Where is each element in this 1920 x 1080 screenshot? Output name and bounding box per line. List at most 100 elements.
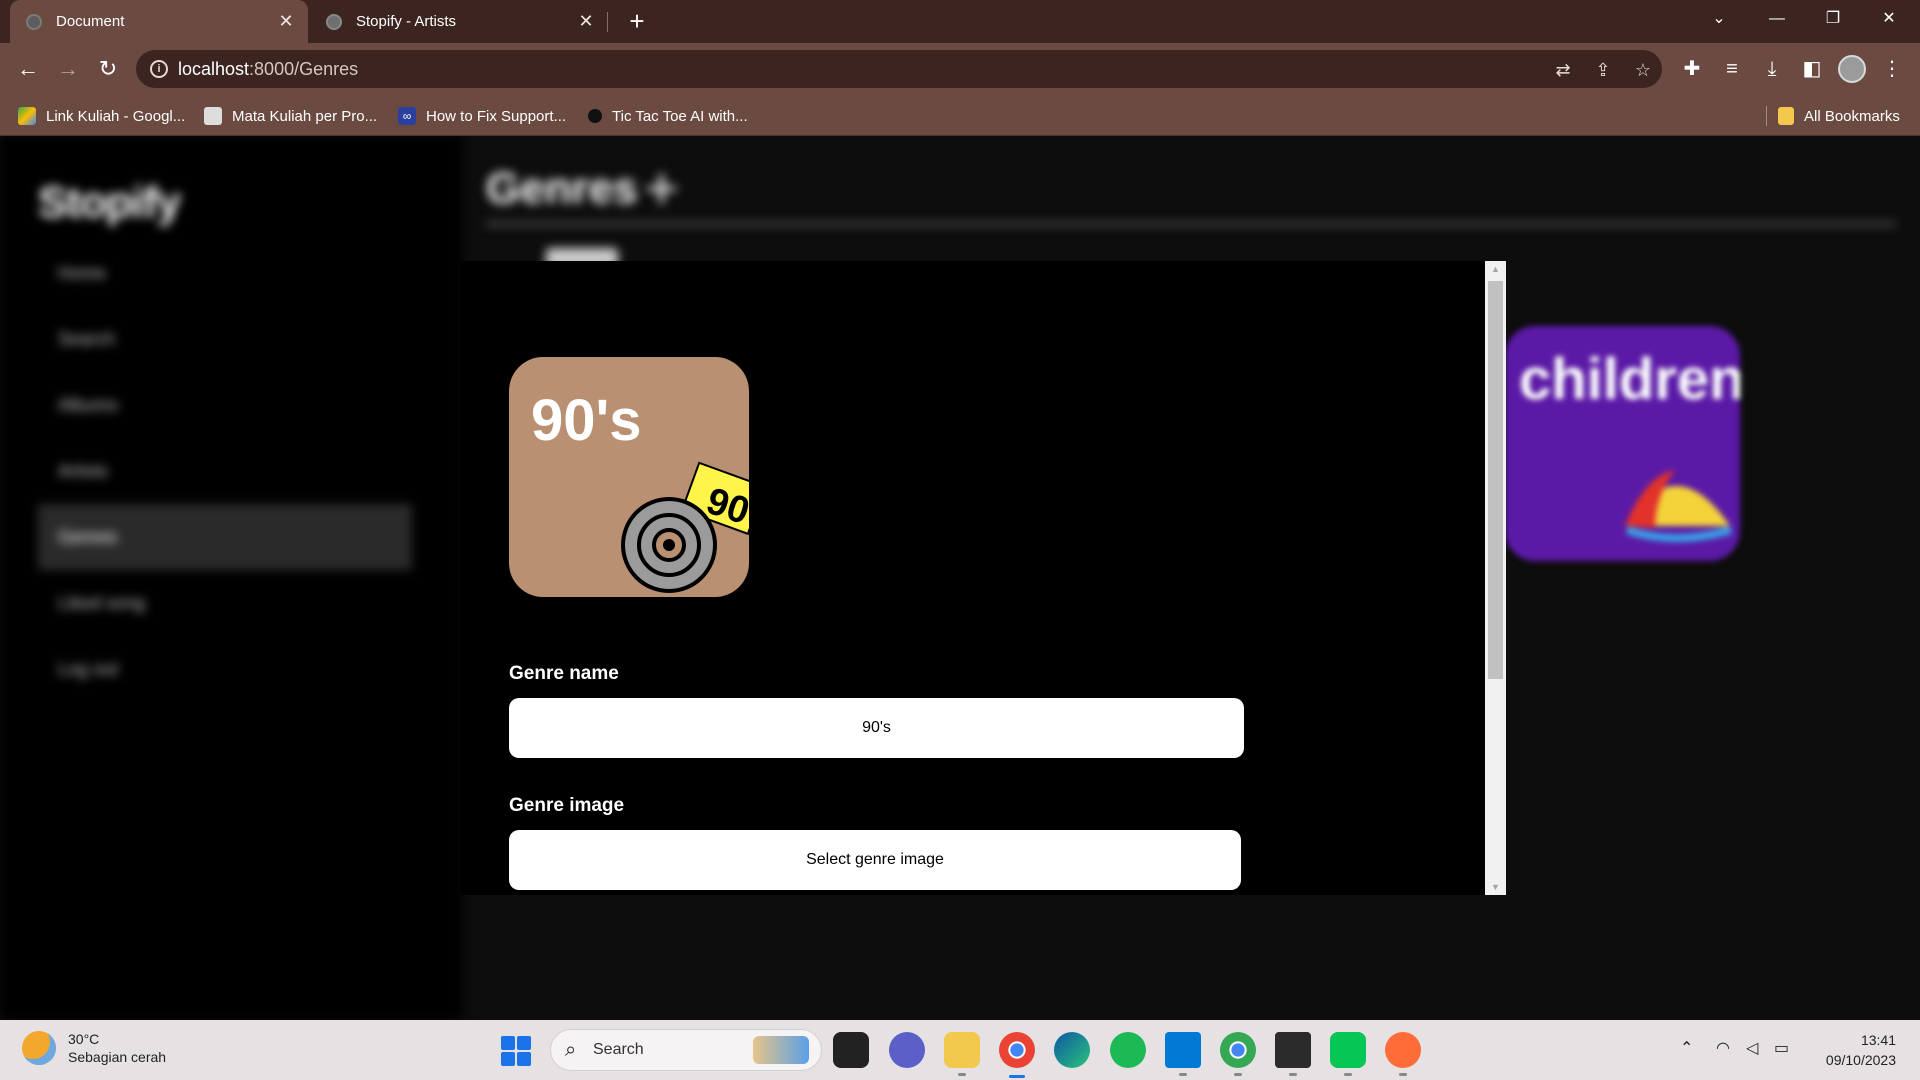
clock-time: 13:41 (1860, 1032, 1896, 1048)
tab-divider (607, 12, 608, 32)
sidebar-item-home[interactable]: Home (38, 240, 412, 306)
sidebar-item-albums[interactable]: Albums (38, 372, 412, 438)
chrome-icon[interactable] (999, 1032, 1035, 1078)
genre-card-title: children (1519, 347, 1740, 412)
page-title: Genres (486, 164, 638, 213)
windows-start-icon[interactable] (501, 1036, 531, 1066)
all-bookmarks[interactable]: All Bookmarks (1778, 104, 1900, 128)
modal-scrollbar[interactable]: ▲ ▼ (1485, 261, 1506, 895)
url-path: :8000/Genres (249, 59, 359, 79)
bookmark-label: How to Fix Support... (426, 107, 567, 125)
weather-condition: Sebagian cerah (68, 1049, 167, 1065)
circle-icon (588, 109, 602, 123)
wifi-icon[interactable]: ◠ (1716, 1038, 1730, 1058)
genre-card[interactable]: children (1505, 326, 1740, 561)
tab-document[interactable]: Document ✕ (10, 0, 308, 43)
sidebar-item-artists[interactable]: Artists (38, 438, 412, 504)
search-highlight-icon (753, 1036, 809, 1064)
tab-stopify-artists[interactable]: Stopify - Artists ✕ (310, 0, 608, 43)
vscode-icon[interactable] (1165, 1032, 1201, 1076)
profile-avatar[interactable] (1838, 55, 1866, 83)
taskbar-search[interactable]: ⌕ Search (550, 1029, 822, 1071)
terminal-icon[interactable] (1275, 1032, 1311, 1076)
scroll-down-icon[interactable]: ▼ (1485, 879, 1506, 895)
bookmark-item[interactable]: Link Kuliah - Googl... (18, 104, 185, 128)
extensions-icon[interactable]: ✚ (1678, 55, 1706, 83)
scroll-up-icon[interactable]: ▲ (1485, 261, 1506, 277)
bookmark-item[interactable]: ∞ How to Fix Support... (398, 104, 566, 128)
download-icon[interactable]: ⤓ (1758, 55, 1786, 83)
side-panel-icon[interactable]: ◧ (1798, 55, 1826, 83)
select-genre-image-button[interactable]: Select genre image (509, 830, 1241, 890)
postman-icon[interactable] (1385, 1032, 1421, 1076)
new-tab-button[interactable]: + (622, 6, 652, 36)
genre-cover-image: 90's 90 (509, 357, 749, 597)
browser-toolbar: ← → ↻ i localhost:8000/Genres ⇄ ⇪ ☆ ✚ ≡ … (0, 43, 1920, 96)
all-bookmarks-label: All Bookmarks (1804, 107, 1900, 125)
bookmark-label: Tic Tac Toe AI with... (612, 107, 748, 125)
url-host: localhost (178, 59, 250, 79)
weather-widget[interactable]: 30°C Sebagian cerah (22, 1030, 166, 1066)
edge-icon[interactable] (1054, 1032, 1090, 1068)
line-app-icon[interactable] (1330, 1032, 1366, 1076)
divider (486, 222, 1896, 226)
volume-icon[interactable]: ◁ (1746, 1038, 1758, 1058)
address-bar[interactable]: i localhost:8000/Genres ⇄ ⇪ ☆ (136, 50, 1662, 88)
bookmark-item[interactable]: Tic Tac Toe AI with... (588, 104, 748, 128)
media-queue-icon[interactable]: ≡ (1718, 55, 1746, 83)
bookmarks-bar: Link Kuliah - Googl... Mata Kuliah per P… (0, 96, 1920, 136)
tab-bar: Document ✕ Stopify - Artists ✕ + ⌄ — ❐ ✕ (0, 0, 1920, 43)
bookmark-page-icon (204, 107, 222, 125)
bookmark-star-icon[interactable]: ☆ (1632, 59, 1654, 81)
google-drive-icon (18, 107, 36, 125)
restore-icon[interactable]: ❐ (1810, 0, 1856, 38)
battery-icon[interactable]: ▭ (1774, 1038, 1789, 1058)
back-icon[interactable]: ← (12, 53, 44, 85)
site-info-icon[interactable]: i (150, 60, 168, 78)
system-clock[interactable]: 13:41 09/10/2023 (1810, 1030, 1896, 1070)
globe-icon (26, 13, 42, 30)
folder-icon (1778, 107, 1794, 125)
sidebar-item-genres[interactable]: Genres (38, 504, 412, 570)
translate-icon[interactable]: ⇄ (1552, 59, 1574, 81)
umbrella-icon (1625, 470, 1733, 542)
sidebar-item-search[interactable]: Search (38, 306, 412, 372)
close-tab-icon[interactable]: ✕ (574, 11, 598, 32)
task-view-icon[interactable] (833, 1032, 869, 1068)
url-text[interactable]: localhost:8000/Genres (178, 59, 358, 80)
sidebar: Stopify Home Search Albums Artists Genre… (0, 136, 462, 1020)
reload-icon[interactable]: ↻ (92, 53, 124, 85)
minimize-icon[interactable]: — (1754, 0, 1800, 38)
close-window-icon[interactable]: ✕ (1866, 0, 1912, 38)
bookmark-label: Link Kuliah - Googl... (46, 107, 186, 125)
weather-temp: 30°C (68, 1031, 100, 1047)
bookmark-item[interactable]: Mata Kuliah per Pro... (204, 104, 377, 128)
tab-title: Stopify - Artists (356, 13, 457, 30)
clock-date: 09/10/2023 (1825, 1052, 1896, 1068)
bookmark-divider (1766, 106, 1767, 126)
sidebar-item-log-out[interactable]: Log out (38, 636, 412, 702)
tab-title: Document (56, 13, 125, 30)
tab-search-chevron-icon[interactable]: ⌄ (1696, 0, 1742, 38)
show-hidden-icons-chevron-icon[interactable]: ⌃ (1680, 1038, 1693, 1058)
menu-icon[interactable]: ⋮ (1878, 55, 1906, 83)
bookmark-label: Mata Kuliah per Pro... (232, 107, 378, 125)
chrome-profile-icon[interactable] (1220, 1032, 1256, 1076)
search-icon: ⌕ (565, 1039, 577, 1061)
close-tab-icon[interactable]: ✕ (274, 11, 298, 32)
chat-icon[interactable] (889, 1032, 925, 1068)
add-genre-button[interactable]: + (644, 154, 679, 223)
spotify-icon[interactable] (1110, 1032, 1146, 1068)
scrollbar-thumb[interactable] (1488, 281, 1503, 679)
forward-icon[interactable]: → (52, 53, 84, 85)
file-explorer-icon[interactable] (944, 1032, 980, 1076)
genre-name-label: Genre name (509, 663, 619, 684)
genre-image-label: Genre image (509, 795, 625, 816)
globe-icon (326, 13, 342, 30)
share-icon[interactable]: ⇪ (1592, 59, 1614, 81)
edit-genre-modal: 90's 90 Genre name 90's Genre image Sele… (460, 261, 1506, 895)
infinity-icon: ∞ (398, 107, 416, 125)
sidebar-item-liked-song[interactable]: Liked song (38, 570, 412, 636)
taskbar: 30°C Sebagian cerah ⌕ Search ⌃ ◠ ◁ ▭ 13:… (0, 1020, 1920, 1080)
genre-name-input[interactable]: 90's (509, 698, 1244, 758)
